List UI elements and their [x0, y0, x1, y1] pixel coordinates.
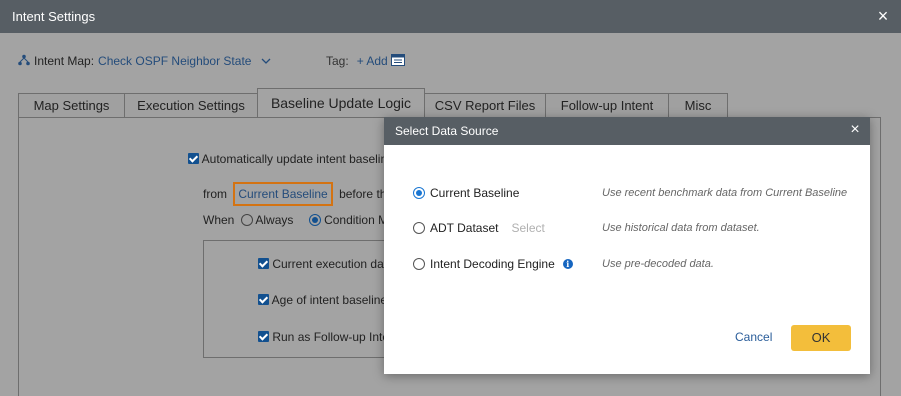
auto-update-row: Automatically update intent baseline [188, 152, 394, 166]
option-label: Run as Follow-up Inter [272, 330, 394, 344]
option-description: Use recent benchmark data from Current B… [602, 187, 848, 199]
tag-label: Tag: [326, 54, 349, 68]
window-close-icon[interactable]: × [875, 7, 891, 25]
condition-radio[interactable] [308, 214, 321, 226]
always-label: Always [255, 213, 294, 227]
intent-settings-window: Intent Settings × Intent Map: Check OSPF… [0, 0, 901, 396]
tab-follow-up-intent[interactable]: Follow-up Intent [545, 93, 669, 118]
option-description: Use pre-decoded data. [602, 258, 714, 270]
intent-map-label: Intent Map: [34, 54, 95, 68]
select-dataset-link[interactable]: Select [511, 221, 544, 235]
from-label: from [203, 187, 227, 201]
settings-tabs: Map Settings Execution Settings Baseline… [18, 88, 728, 118]
network-map-icon [18, 54, 30, 69]
ok-button[interactable]: OK [791, 325, 851, 351]
dialog-close-icon[interactable]: × [848, 122, 862, 138]
intent-map-dropdown[interactable]: Check OSPF Neighbor State [98, 54, 251, 68]
option-checkbox[interactable] [258, 294, 269, 305]
source-row: from Current Baseline before the In [203, 182, 406, 206]
when-label: When [203, 213, 235, 227]
condition-label: Condition M [324, 213, 389, 227]
tab-misc[interactable]: Misc [668, 93, 728, 118]
window-title: Intent Settings [0, 0, 901, 33]
source-option-intent-decoding-engine[interactable]: Intent Decoding Engine i [413, 257, 573, 271]
condition-option: Current execution dat [258, 257, 387, 271]
tag-list-icon[interactable] [390, 53, 405, 69]
option-description: Use historical data from dataset. [602, 222, 760, 234]
info-icon[interactable]: i [562, 259, 573, 269]
cancel-button[interactable]: Cancel [735, 330, 772, 344]
radio-current-baseline[interactable] [413, 187, 425, 199]
option-label: ADT Dataset [430, 221, 499, 235]
option-checkbox[interactable] [258, 258, 269, 269]
tab-execution-settings[interactable]: Execution Settings [124, 93, 258, 118]
source-option-adt-dataset[interactable]: ADT Dataset Select [413, 221, 545, 235]
tag-row: Tag: + Add [326, 53, 405, 69]
add-tag-button[interactable]: + Add [357, 54, 388, 68]
option-label: Current execution dat [272, 257, 388, 271]
option-checkbox[interactable] [258, 331, 269, 342]
option-label: Age of intent baseline [271, 293, 388, 307]
option-label: Current Baseline [430, 186, 520, 200]
intent-map-row: Intent Map: Check OSPF Neighbor State [18, 53, 271, 69]
select-data-source-dialog: Select Data Source × Current Baseline Us… [384, 117, 870, 374]
chevron-down-icon[interactable] [255, 54, 271, 68]
data-source-link[interactable]: Current Baseline [233, 182, 333, 206]
when-row: When Always Condition M [203, 213, 388, 227]
condition-option: Age of intent baseline [258, 293, 387, 307]
radio-adt-dataset[interactable] [413, 222, 425, 234]
condition-option: Run as Follow-up Inter [258, 330, 393, 344]
auto-update-label: Automatically update intent baseline [201, 152, 394, 166]
option-label: Intent Decoding Engine [430, 257, 555, 271]
source-option-current-baseline[interactable]: Current Baseline [413, 186, 519, 200]
dialog-title: Select Data Source [384, 117, 870, 145]
radio-intent-decoding-engine[interactable] [413, 258, 425, 270]
always-radio[interactable] [240, 214, 253, 226]
tab-map-settings[interactable]: Map Settings [18, 93, 125, 118]
auto-update-checkbox[interactable] [188, 153, 199, 164]
tab-csv-report-files[interactable]: CSV Report Files [424, 93, 546, 118]
tab-baseline-update-logic[interactable]: Baseline Update Logic [257, 88, 425, 118]
